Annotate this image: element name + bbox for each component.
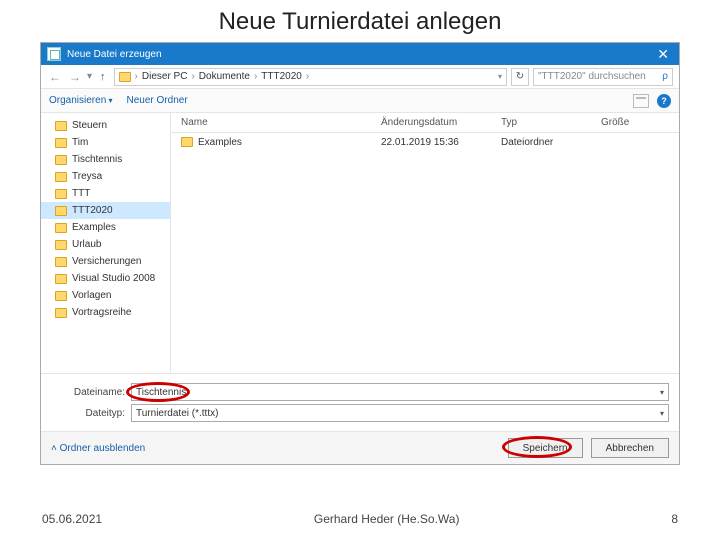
slide-page: 8 (671, 512, 678, 526)
folder-icon (119, 72, 131, 82)
slide-title: Neue Turnierdatei anlegen (0, 0, 720, 42)
new-folder-button[interactable]: Neuer Ordner (127, 95, 188, 106)
filename-label: Dateiname: (51, 387, 131, 398)
folder-icon (55, 155, 67, 165)
up-button[interactable]: ↑ (96, 71, 110, 83)
tree-item[interactable]: TTT2020 (41, 202, 170, 219)
organize-button[interactable]: Organisieren (49, 95, 113, 106)
folder-icon (55, 138, 67, 148)
tree-item[interactable]: Vorlagen (41, 287, 170, 304)
filename-input[interactable]: Tischtennis ▾ (131, 383, 669, 401)
filetype-label: Dateityp: (51, 408, 131, 419)
slide-footer: 05.06.2021 Gerhard Heder (He.So.Wa) 8 (0, 512, 720, 526)
folder-icon (55, 291, 67, 301)
col-date[interactable]: Änderungsdatum (381, 117, 501, 128)
hide-folders-link[interactable]: Ordner ausblenden (51, 443, 145, 454)
tree-item[interactable]: Tischtennis (41, 151, 170, 168)
folder-icon (181, 137, 193, 147)
search-input[interactable]: "TTT2020" durchsuchen ρ (533, 68, 673, 86)
slide-author: Gerhard Heder (He.So.Wa) (102, 512, 671, 526)
tree-item[interactable]: Tim (41, 134, 170, 151)
tree-item[interactable]: Examples (41, 219, 170, 236)
folder-icon (55, 121, 67, 131)
col-name[interactable]: Name (181, 117, 381, 128)
view-icon[interactable] (633, 94, 649, 108)
save-dialog: Neue Datei erzeugen ✕ ← → ▾ ↑ › Dieser P… (40, 42, 680, 465)
slide-date: 05.06.2021 (42, 512, 102, 526)
titlebar: Neue Datei erzeugen ✕ (41, 43, 679, 65)
tree-item[interactable]: Steuern (41, 117, 170, 134)
chevron-down-icon[interactable]: ▾ (660, 409, 664, 418)
address-bar[interactable]: › Dieser PC › Dokumente › TTT2020 › ▾ (114, 68, 507, 86)
breadcrumb[interactable]: TTT2020 (261, 71, 302, 82)
refresh-button[interactable]: ↻ (511, 68, 529, 86)
folder-icon (55, 189, 67, 199)
chevron-down-icon[interactable]: ▾ (660, 388, 664, 397)
col-type[interactable]: Typ (501, 117, 601, 128)
folder-icon (55, 274, 67, 284)
help-icon[interactable]: ? (657, 94, 671, 108)
folder-icon (55, 172, 67, 182)
toolbar: Organisieren Neuer Ordner ? (41, 89, 679, 113)
folder-icon (55, 308, 67, 318)
window-title: Neue Datei erzeugen (67, 49, 162, 60)
col-size[interactable]: Größe (601, 117, 661, 128)
tree-item[interactable]: Urlaub (41, 236, 170, 253)
folder-tree: SteuernTimTischtennisTreysaTTTTTT2020Exa… (41, 113, 171, 373)
folder-icon (55, 240, 67, 250)
nav-row: ← → ▾ ↑ › Dieser PC › Dokumente › TTT202… (41, 65, 679, 89)
tree-item[interactable]: Versicherungen (41, 253, 170, 270)
breadcrumb[interactable]: Dieser PC (142, 71, 188, 82)
back-button[interactable]: ← (47, 70, 63, 84)
breadcrumb[interactable]: Dokumente (199, 71, 250, 82)
filetype-select[interactable]: Turnierdatei (*.tttx) ▾ (131, 404, 669, 422)
save-button[interactable]: Speichern (508, 438, 583, 458)
folder-icon (55, 206, 67, 216)
tree-item[interactable]: Vortragsreihe (41, 304, 170, 321)
cancel-button[interactable]: Abbrechen (591, 438, 669, 458)
tree-item[interactable]: TTT (41, 185, 170, 202)
bottom-panel: Dateiname: Tischtennis ▾ Dateityp: Turni… (41, 373, 679, 431)
tree-item[interactable]: Visual Studio 2008 (41, 270, 170, 287)
forward-button[interactable]: → (67, 70, 83, 84)
search-icon: ρ (662, 71, 668, 82)
file-list: Name Änderungsdatum Typ Größe Examples22… (171, 113, 679, 373)
folder-icon (55, 223, 67, 233)
tree-item[interactable]: Treysa (41, 168, 170, 185)
column-headers: Name Änderungsdatum Typ Größe (171, 113, 679, 133)
file-row[interactable]: Examples22.01.2019 15:36Dateiordner (171, 133, 679, 151)
folder-icon (55, 257, 67, 267)
dialog-footer: Ordner ausblenden Speichern Abbrechen (41, 431, 679, 464)
close-icon[interactable]: ✕ (653, 46, 673, 63)
app-icon (47, 47, 61, 61)
